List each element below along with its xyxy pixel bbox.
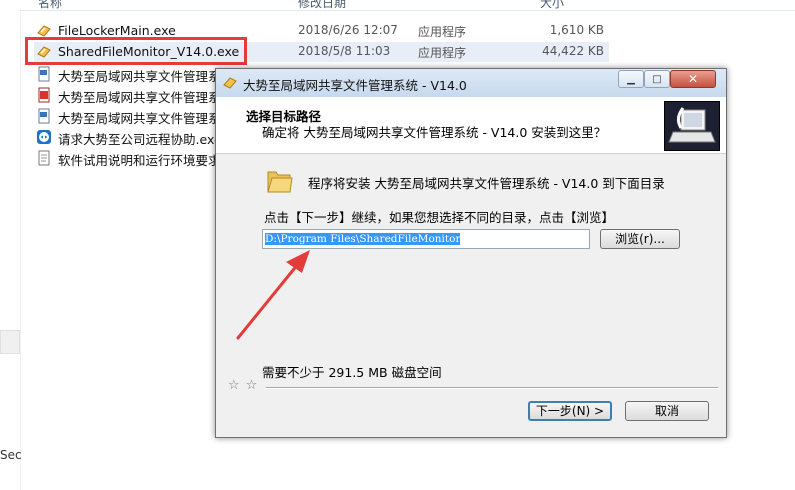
file-date: 2018/5/8 11:03: [298, 44, 391, 58]
minimize-icon: ▁: [627, 73, 635, 85]
txt-icon: [38, 150, 50, 166]
maximize-icon: □: [652, 73, 662, 85]
column-date[interactable]: 修改日期: [298, 0, 346, 10]
disk-space-text: 需要不少于 291.5 MB 磁盘空间: [262, 365, 442, 380]
nav-scrollbar[interactable]: [0, 330, 20, 354]
dialog-title: 大势至局域网共享文件管理系统 - V14.0: [243, 78, 467, 93]
pdf-icon: [38, 87, 50, 103]
navigation-pane: Sec: [0, 10, 22, 490]
star-decoration: ☆☆: [228, 378, 264, 393]
computer-logo-icon: [664, 101, 720, 151]
instruction-text: 点击【下一步】继续，如果您想选择不同的目录，点击【浏览】: [264, 210, 615, 225]
browse-button[interactable]: 浏览(r)...: [600, 229, 680, 249]
dialog-titlebar[interactable]: 大势至局域网共享文件管理系统 - V14.0 ▁ □ ✕: [216, 69, 726, 98]
file-name: 大势至局域网共享文件管理系: [58, 111, 221, 126]
installer-dialog: 大势至局域网共享文件管理系统 - V14.0 ▁ □ ✕ 选择目标路径 确定将 …: [215, 68, 727, 438]
file-name: 请求大势至公司远程协助.exe: [58, 132, 222, 147]
file-name: FileLockerMain.exe: [58, 23, 176, 38]
next-button[interactable]: 下一步(N) >: [528, 401, 612, 421]
cancel-button[interactable]: 取消: [625, 401, 709, 421]
file-type: 应用程序: [418, 25, 467, 39]
column-name[interactable]: 名称: [38, 0, 62, 10]
annotation-highlight-box: [25, 37, 247, 65]
close-icon: ✕: [687, 72, 699, 86]
doc-icon: [38, 108, 50, 124]
maximize-button[interactable]: □: [644, 70, 670, 88]
file-name: 大势至局域网共享文件管理系: [58, 90, 221, 105]
folder-icon: [267, 171, 293, 193]
file-size: 44,422 KB: [542, 44, 604, 58]
footer-separator: [266, 387, 718, 389]
file-name: 软件试用说明和运行环境要求: [58, 153, 221, 168]
minimize-button[interactable]: ▁: [618, 70, 644, 88]
doc-icon: [38, 66, 50, 82]
file-type: 应用程序: [418, 46, 467, 60]
install-path-value: D:\Program Files\SharedFileMonitor: [265, 233, 461, 245]
column-size[interactable]: 大小: [540, 0, 564, 10]
installer-icon: [223, 77, 237, 89]
wizard-header: 选择目标路径 确定将 大势至局域网共享文件管理系统 - V14.0 安装到这里？: [216, 97, 726, 154]
column-header-row: 名称 修改日期 大小: [0, 0, 795, 11]
page-subtitle: 确定将 大势至局域网共享文件管理系统 - V14.0 安装到这里？: [262, 125, 607, 140]
install-path-input[interactable]: D:\Program Files\SharedFileMonitor: [262, 229, 590, 249]
file-name: 大势至局域网共享文件管理系: [58, 69, 221, 84]
install-info-text: 程序将安装 大势至局域网共享文件管理系统 - V14.0 到下面目录: [308, 176, 665, 191]
teamviewer-icon: [37, 130, 51, 144]
close-button[interactable]: ✕: [670, 70, 716, 88]
nav-item-cut[interactable]: Sec: [0, 448, 22, 462]
file-size: 1,610 KB: [549, 23, 604, 37]
file-date: 2018/6/26 12:07: [298, 23, 398, 37]
